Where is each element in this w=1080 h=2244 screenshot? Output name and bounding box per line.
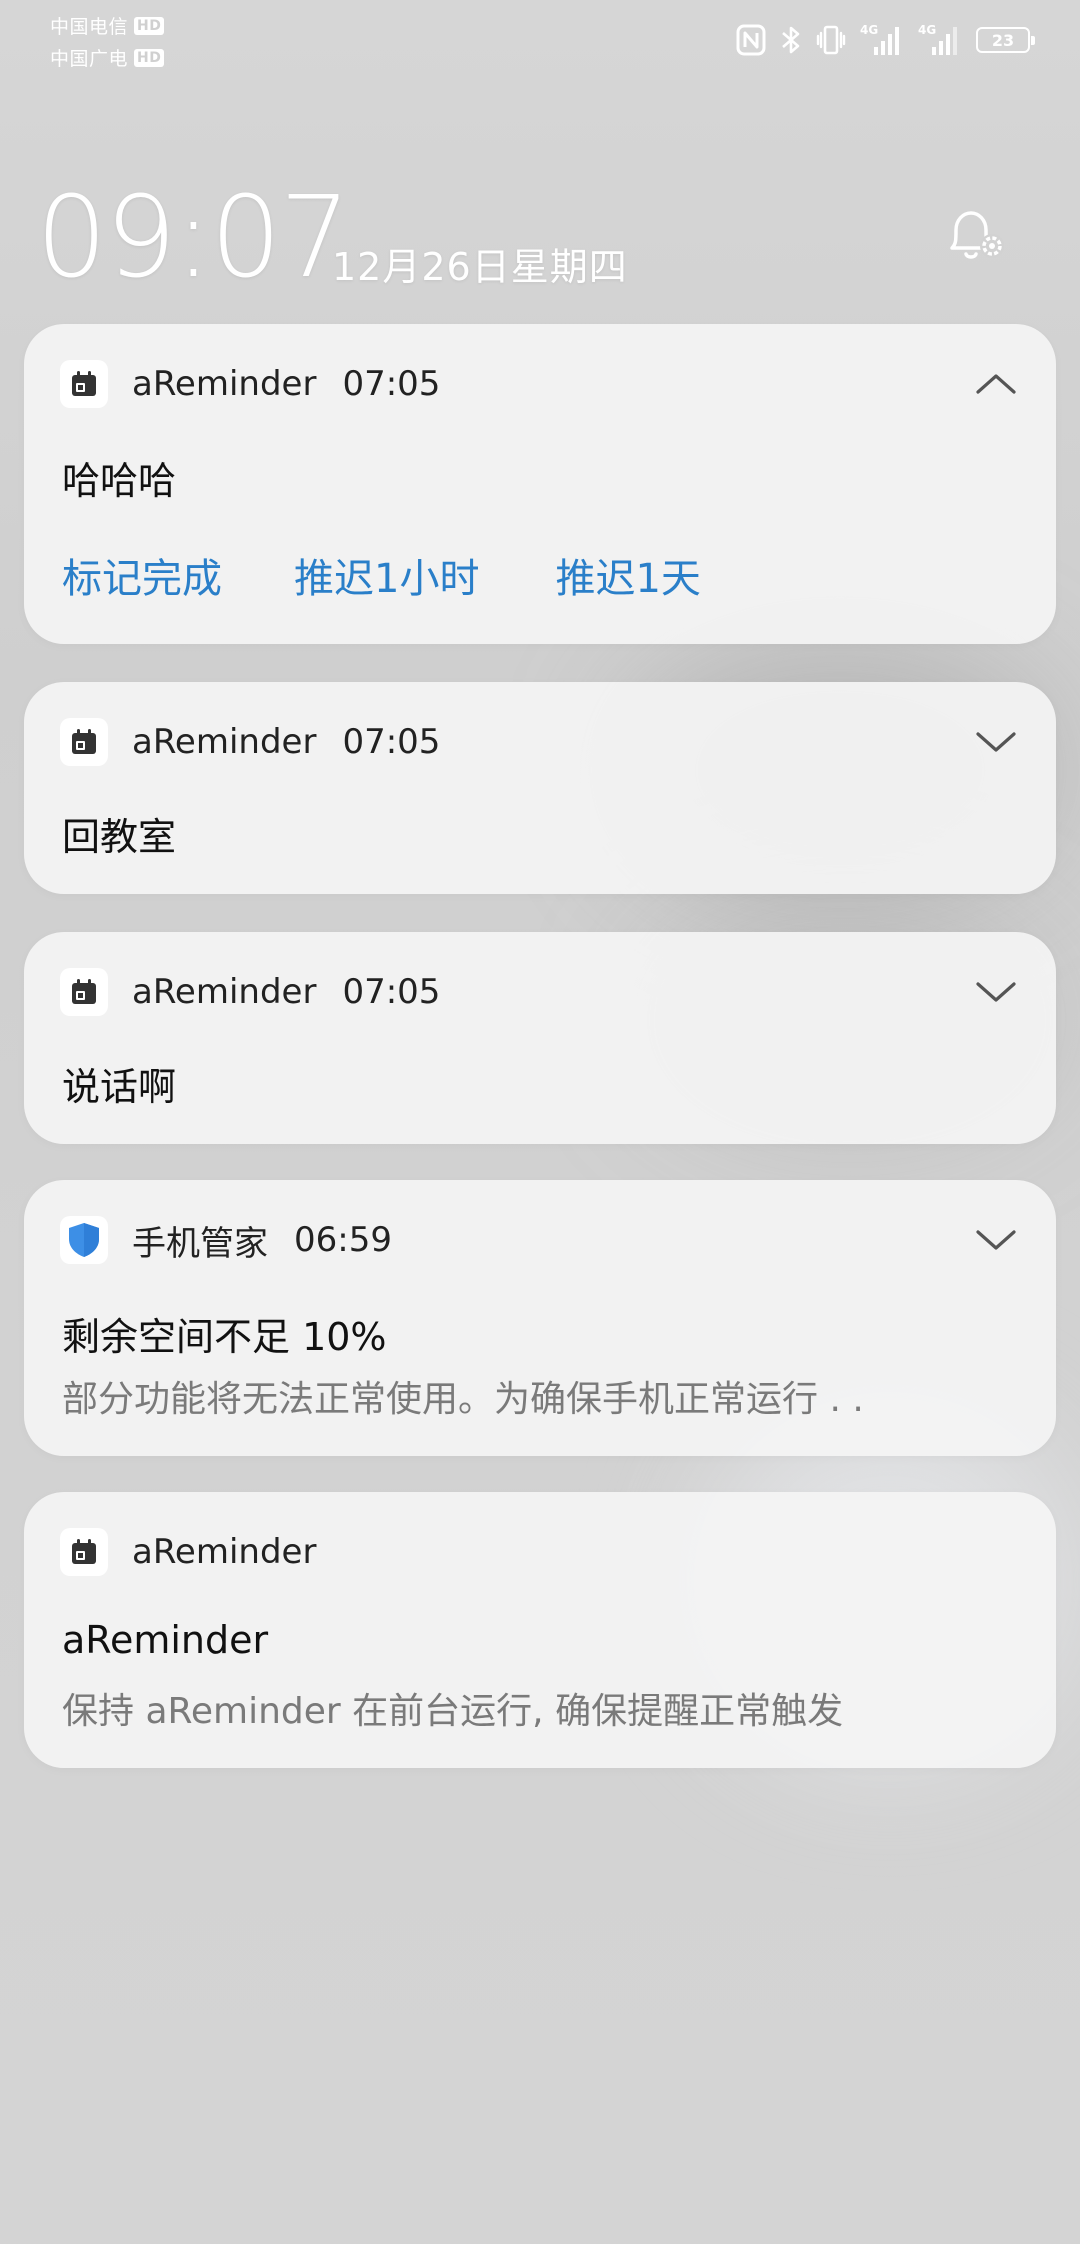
notification-time: 07:05 bbox=[342, 722, 441, 762]
notification-header: aReminder 07:05 bbox=[60, 968, 440, 1016]
signal-icon bbox=[874, 27, 899, 55]
bluetooth-icon bbox=[782, 26, 800, 54]
snooze-1-day-button[interactable]: 推迟1天 bbox=[555, 546, 700, 604]
notification-settings-icon[interactable] bbox=[936, 200, 1010, 274]
notification-card[interactable]: 手机管家 06:59 剩余空间不足 10% 部分功能将无法正常使用。为确保手机正… bbox=[24, 1180, 1056, 1456]
lock-date: 12月26日星期四 bbox=[332, 245, 628, 289]
notification-title: 哈哈哈 bbox=[62, 459, 177, 503]
carrier-1: 中国电信 HD bbox=[50, 12, 165, 39]
mark-done-button[interactable]: 标记完成 bbox=[62, 546, 222, 604]
notification-time: 07:05 bbox=[342, 972, 441, 1012]
calendar-icon bbox=[60, 1528, 108, 1576]
status-icons: 4G 4G 23 bbox=[736, 22, 1035, 58]
hd-badge: HD bbox=[134, 48, 165, 67]
notification-body: 保持 aReminder 在前台运行, 确保提醒正常触发 bbox=[62, 1691, 844, 1732]
vibrate-icon bbox=[816, 25, 846, 55]
notification-app-name: aReminder bbox=[132, 722, 317, 762]
notification-title: 说话啊 bbox=[62, 1065, 177, 1109]
notification-app-name: aReminder bbox=[132, 972, 317, 1012]
notification-title: aReminder bbox=[62, 1618, 269, 1662]
nfc-icon bbox=[736, 24, 766, 56]
notification-header: 手机管家 06:59 bbox=[60, 1216, 392, 1264]
chevron-down-icon[interactable] bbox=[972, 1216, 1020, 1264]
notification-card[interactable]: aReminder 07:05 哈哈哈 标记完成 推迟1小时 推迟1天 bbox=[24, 324, 1056, 644]
signal-icon bbox=[932, 27, 957, 55]
hd-badge: HD bbox=[134, 16, 165, 35]
notification-actions: 标记完成 推迟1小时 推迟1天 bbox=[62, 546, 701, 604]
battery-level: 23 bbox=[991, 30, 1015, 50]
calendar-icon bbox=[60, 360, 108, 408]
chevron-down-icon[interactable] bbox=[972, 718, 1020, 766]
carrier-1-label: 中国电信 bbox=[50, 16, 129, 38]
shield-icon bbox=[60, 1216, 108, 1264]
signal-1: 4G bbox=[860, 23, 904, 57]
notification-card[interactable]: aReminder aReminder 保持 aReminder 在前台运行, … bbox=[24, 1492, 1056, 1768]
notification-header: aReminder 07:05 bbox=[60, 360, 440, 408]
signal-2: 4G bbox=[918, 23, 962, 57]
calendar-icon bbox=[60, 718, 108, 766]
notification-app-name: 手机管家 bbox=[132, 1223, 268, 1264]
carrier-2-label: 中国广电 bbox=[50, 48, 129, 70]
battery-icon: 23 bbox=[976, 27, 1035, 53]
notification-title: 剩余空间不足 10% bbox=[62, 1315, 387, 1359]
notification-title: 回教室 bbox=[62, 815, 177, 859]
notification-app-name: aReminder bbox=[132, 1532, 317, 1572]
notification-body: 部分功能将无法正常使用。为确保手机正常运行 . . bbox=[62, 1379, 864, 1420]
notification-app-name: aReminder bbox=[132, 364, 317, 404]
notification-header: aReminder bbox=[60, 1528, 342, 1576]
notification-time: 07:05 bbox=[342, 364, 441, 404]
chevron-up-icon[interactable] bbox=[972, 360, 1020, 408]
snooze-1-hour-button[interactable]: 推迟1小时 bbox=[294, 546, 479, 604]
notification-header: aReminder 07:05 bbox=[60, 718, 440, 766]
notification-time: 06:59 bbox=[294, 1220, 392, 1260]
lock-clock: 09:07 bbox=[36, 173, 351, 303]
calendar-icon bbox=[60, 968, 108, 1016]
notification-card[interactable]: aReminder 07:05 说话啊 bbox=[24, 932, 1056, 1144]
carrier-2: 中国广电 HD bbox=[50, 44, 165, 71]
notification-card[interactable]: aReminder 07:05 回教室 bbox=[24, 682, 1056, 894]
chevron-down-icon[interactable] bbox=[972, 968, 1020, 1016]
status-bar: 中国电信 HD 中国广电 HD 4G 4G 23 bbox=[0, 0, 1080, 80]
